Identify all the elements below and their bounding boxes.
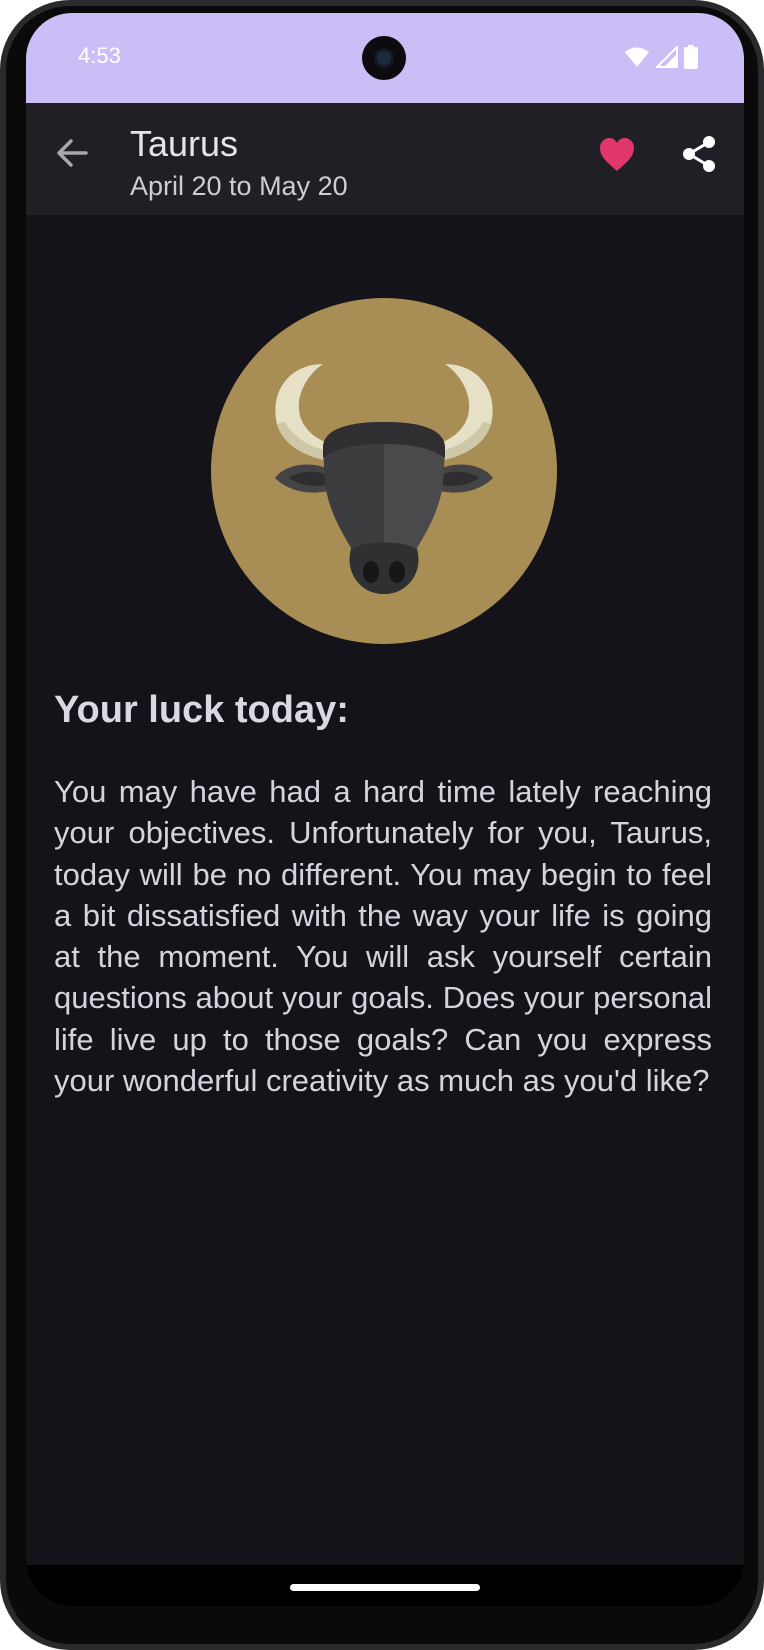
app-bar: Taurus April 20 to May 20 — [26, 103, 744, 215]
arrow-back-icon — [57, 139, 88, 167]
status-bar: 4:53 — [26, 13, 744, 103]
share-button[interactable] — [681, 135, 717, 173]
back-button[interactable] — [54, 135, 90, 171]
cell-signal-icon — [656, 46, 678, 68]
home-indicator[interactable] — [290, 1584, 480, 1591]
taurus-sign-image — [211, 298, 557, 644]
favorite-button[interactable] — [598, 137, 636, 173]
heart-icon — [600, 138, 634, 171]
screen: 4:53 Taurus April 20 to May 20 Your luck… — [26, 13, 744, 1606]
section-title: Your luck today: — [54, 689, 349, 731]
navigation-bar — [26, 1565, 744, 1606]
taurus-bull-icon — [211, 298, 557, 644]
front-camera — [362, 36, 406, 80]
battery-icon — [684, 45, 698, 69]
phone-frame: 4:53 Taurus April 20 to May 20 Your luck… — [0, 0, 764, 1650]
share-icon — [683, 136, 715, 172]
status-icons — [624, 45, 698, 69]
page-title: Taurus — [130, 123, 239, 164]
wifi-icon — [625, 47, 649, 67]
date-range: April 20 to May 20 — [130, 171, 348, 201]
horoscope-text: You may have had a hard time lately reac… — [54, 774, 712, 1099]
status-time: 4:53 — [78, 43, 121, 68]
